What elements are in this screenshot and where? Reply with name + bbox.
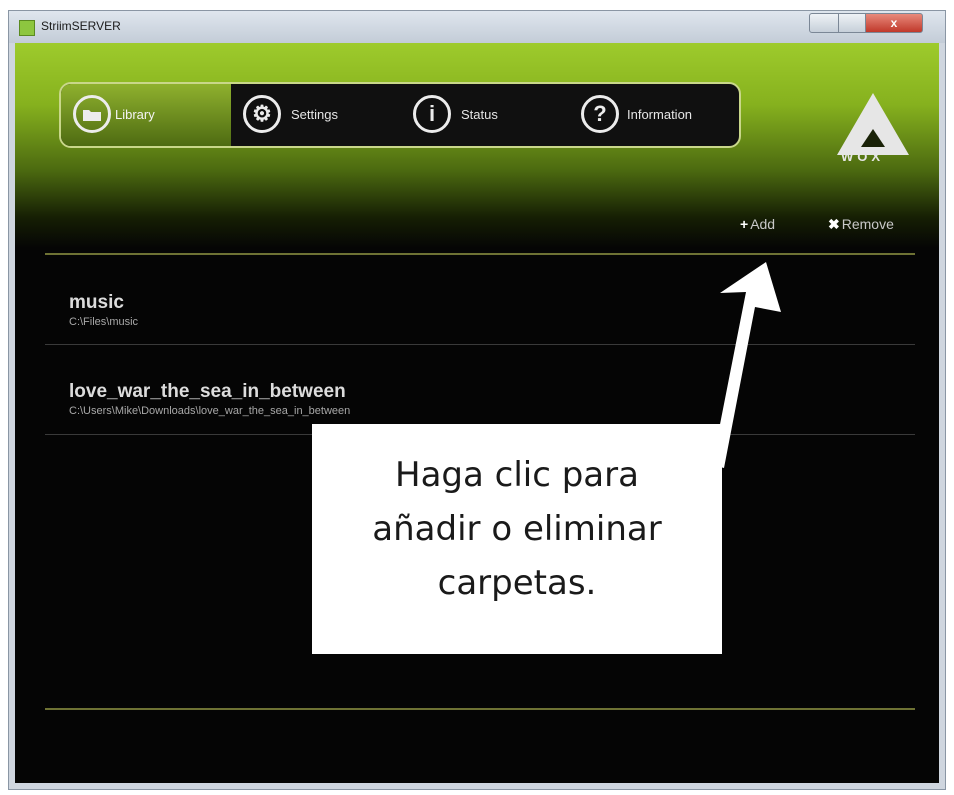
callout-arrow [712,262,781,468]
callout-line: carpetas. [437,563,597,603]
callout-line: añadir o eliminar [372,509,662,549]
annotation-callout: Haga clic para añadir o eliminar carpeta… [312,424,722,654]
callout-line: Haga clic para [395,455,639,495]
